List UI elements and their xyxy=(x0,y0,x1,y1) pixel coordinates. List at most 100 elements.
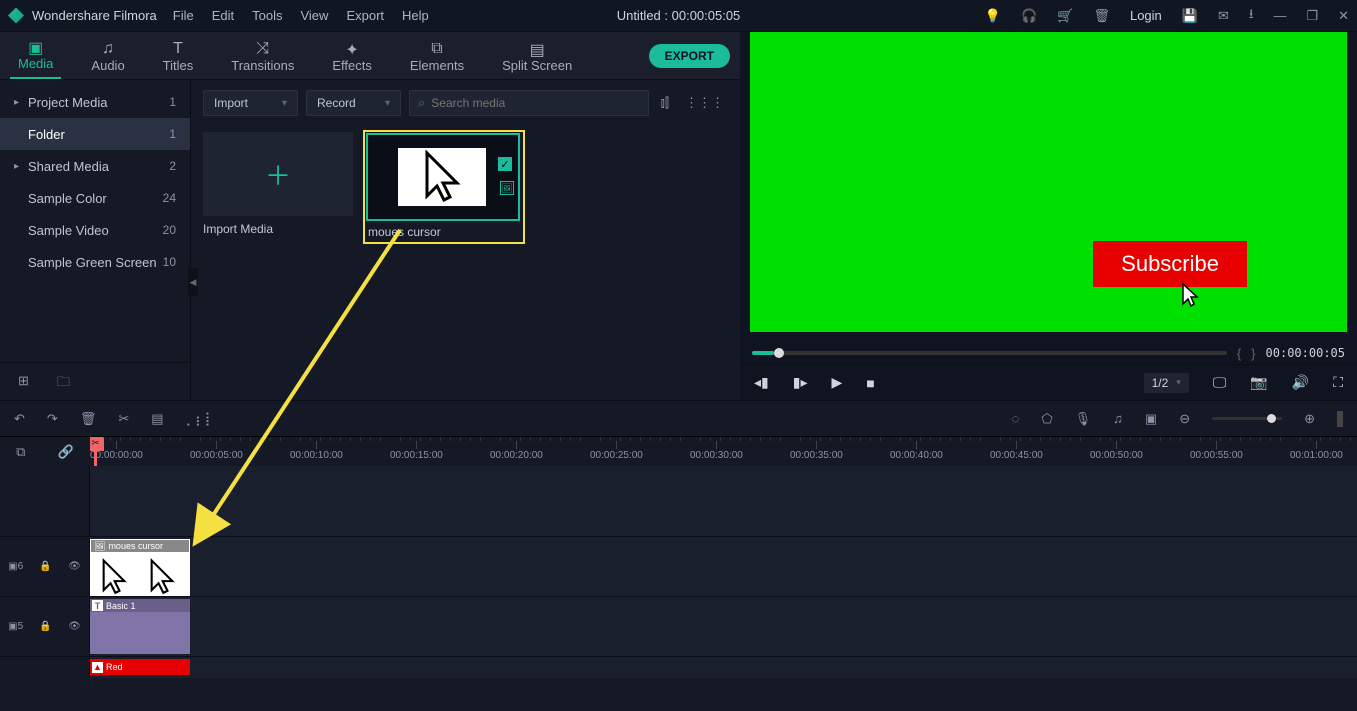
track-video-6[interactable]: ▣6 🔒 👁 🖼moues cursor xyxy=(0,536,1357,596)
save-icon[interactable]: 💾 xyxy=(1182,8,1198,24)
sidebar-collapse[interactable]: ◀ xyxy=(188,268,198,296)
export-button[interactable]: EXPORT xyxy=(649,44,730,68)
track-video-5[interactable]: ▣5 🔒 👁 TBasic 1 xyxy=(0,596,1357,656)
support-icon[interactable]: 🎧 xyxy=(1021,8,1037,24)
ruler-tick: 00:00:35:00 xyxy=(790,441,843,461)
tab-media[interactable]: ▣Media xyxy=(10,34,61,79)
clip-title-basic1[interactable]: TBasic 1 xyxy=(90,599,190,654)
zoom-in-icon[interactable]: ⊕ xyxy=(1304,411,1315,427)
document-title: Untitled : 00:00:05:05 xyxy=(617,8,741,23)
import-media-tile[interactable]: ＋ Import Media xyxy=(203,132,353,242)
ruler-tick: 00:00:50:00 xyxy=(1090,441,1143,461)
track-video-icon[interactable]: ▣6 xyxy=(8,561,23,572)
window-close[interactable]: ✕ xyxy=(1338,8,1349,24)
manage-tracks-icon[interactable]: ⧉ xyxy=(16,444,25,460)
menu-file[interactable]: File xyxy=(173,8,194,23)
window-minimize[interactable]: ― xyxy=(1273,8,1286,23)
media-item-cursor[interactable]: 🖼 ✓ moues cursor xyxy=(365,132,523,242)
mail-icon[interactable]: ✉ xyxy=(1218,8,1229,24)
preview-scrubber[interactable]: { } 00:00:00:05 xyxy=(740,342,1357,364)
window-maximize[interactable]: ❐ xyxy=(1306,8,1318,24)
delete-icon[interactable]: 🗑 xyxy=(80,411,97,427)
preview-quality-dropdown[interactable]: 1/2▾ xyxy=(1144,373,1189,393)
play-icon[interactable]: ▶ xyxy=(831,374,842,391)
render-icon[interactable]: ◌ xyxy=(1012,411,1020,426)
prev-frame-icon[interactable]: ◂▮ xyxy=(754,374,769,391)
media-search[interactable]: ⌕ xyxy=(409,90,649,116)
filter-icon[interactable]: ⫾⫿ xyxy=(657,95,673,111)
audio-wave-icon[interactable]: ⡀⡆⡇ xyxy=(186,411,215,427)
preview-viewport[interactable]: Subscribe xyxy=(740,32,1357,342)
playhead[interactable]: ✂ xyxy=(94,437,97,466)
ruler-tick: 00:00:10:00 xyxy=(290,441,343,461)
voiceover-icon[interactable]: 🎙 xyxy=(1075,411,1092,427)
fullscreen-icon[interactable]: ⛶ xyxy=(1333,374,1343,391)
new-folder-icon[interactable]: ⊞ xyxy=(18,373,29,390)
login-link[interactable]: Login xyxy=(1130,8,1162,23)
clip-red[interactable]: ▲Red xyxy=(90,659,190,675)
snapshot-icon[interactable]: 📷 xyxy=(1250,374,1267,391)
record-dropdown[interactable]: Record▾ xyxy=(306,90,401,116)
ruler-tick: 00:00:55:00 xyxy=(1190,441,1243,461)
main-tabs: ▣Media ♫Audio TTitles ⤨Transitions ✦Effe… xyxy=(0,32,740,80)
sidebar-item-shared-media[interactable]: ▸Shared Media2 xyxy=(0,150,190,182)
menu-help[interactable]: Help xyxy=(402,8,429,23)
ruler-tick: 00:00:45:00 xyxy=(990,441,1043,461)
link-icon[interactable]: 🔗 xyxy=(58,444,74,460)
tab-elements[interactable]: ⧉Elements xyxy=(402,36,472,79)
next-frame-icon[interactable]: ▮▸ xyxy=(793,374,808,391)
mark-out-icon[interactable]: } xyxy=(1251,346,1255,361)
tab-titles[interactable]: TTitles xyxy=(155,36,202,79)
sidebar-item-project-media[interactable]: ▸Project Media1 xyxy=(0,86,190,118)
grid-view-icon[interactable]: ⋮⋮⋮ xyxy=(681,95,728,111)
zoom-to-fit[interactable] xyxy=(1337,411,1343,427)
tab-splitscreen[interactable]: ▤Split Screen xyxy=(494,36,580,79)
tips-icon[interactable]: 💡 xyxy=(985,8,1001,24)
sidebar-item-folder[interactable]: Folder1 xyxy=(0,118,190,150)
sidebar-item-sample-video[interactable]: Sample Video20 xyxy=(0,214,190,246)
cart-icon[interactable]: 🛒 xyxy=(1057,8,1073,24)
track-eye-icon[interactable]: 👁 xyxy=(68,561,81,572)
menu-export[interactable]: Export xyxy=(346,8,384,23)
media-sidebar: ▸Project Media1 Folder1 ▸Shared Media2 S… xyxy=(0,80,190,400)
ruler-ticks[interactable]: ✂ 00:00:00:0000:00:05:0000:00:10:0000:00… xyxy=(90,437,1357,466)
track-eye-icon[interactable]: 👁 xyxy=(68,621,81,632)
search-input[interactable] xyxy=(431,96,639,110)
track-video-icon[interactable]: ▣5 xyxy=(8,621,23,632)
tab-transitions[interactable]: ⤨Transitions xyxy=(223,36,302,79)
download-icon[interactable]: ⭳ xyxy=(1249,5,1254,27)
menu-view[interactable]: View xyxy=(300,8,328,23)
app-title: Wondershare Filmora xyxy=(32,8,157,23)
stop-icon[interactable]: ■ xyxy=(866,375,874,391)
tab-audio[interactable]: ♫Audio xyxy=(83,36,132,79)
marker-icon[interactable]: ⬠ xyxy=(1041,411,1052,427)
split-icon[interactable]: ✂ xyxy=(118,411,129,427)
mark-in-icon[interactable]: { xyxy=(1237,346,1241,361)
gift-icon[interactable]: 🗑 xyxy=(1093,8,1110,24)
import-dropdown[interactable]: Import▾ xyxy=(203,90,298,116)
display-icon[interactable]: 🖵 xyxy=(1213,374,1227,391)
menu-tools[interactable]: Tools xyxy=(252,8,282,23)
sidebar-item-sample-color[interactable]: Sample Color24 xyxy=(0,182,190,214)
timeline-ruler: ⧉ 🔗 ✂ 00:00:00:0000:00:05:0000:00:10:000… xyxy=(0,436,1357,466)
track-spacer xyxy=(0,466,1357,536)
crop-icon[interactable]: ▤ xyxy=(151,411,163,427)
volume-icon[interactable]: 🔊 xyxy=(1292,374,1309,391)
undo-icon[interactable]: ↶ xyxy=(14,411,25,427)
tab-effects[interactable]: ✦Effects xyxy=(324,36,380,79)
folder-icon[interactable]: 🗀 xyxy=(57,373,70,390)
left-panel: ▣Media ♫Audio TTitles ⤨Transitions ✦Effe… xyxy=(0,32,740,400)
track-lock-icon[interactable]: 🔒 xyxy=(39,561,51,572)
zoom-out-icon[interactable]: ⊖ xyxy=(1179,411,1190,427)
preview-pane: Subscribe { } 00:00:00:05 ◂▮ ▮▸ ▶ ■ 1/2▾… xyxy=(740,32,1357,400)
track-lock-icon[interactable]: 🔒 xyxy=(39,621,51,632)
clip-mouse-cursor[interactable]: 🖼moues cursor xyxy=(90,539,190,599)
redo-icon[interactable]: ↷ xyxy=(47,411,58,427)
track-red[interactable]: ▲Red xyxy=(0,656,1357,678)
menu-edit[interactable]: Edit xyxy=(212,8,234,23)
search-icon: ⌕ xyxy=(418,95,425,111)
keyframe-icon[interactable]: ▣ xyxy=(1145,411,1157,427)
zoom-slider[interactable] xyxy=(1212,417,1282,420)
sidebar-item-sample-green[interactable]: Sample Green Screen10 xyxy=(0,246,190,278)
audio-mixer-icon[interactable]: ♫ xyxy=(1113,411,1123,426)
